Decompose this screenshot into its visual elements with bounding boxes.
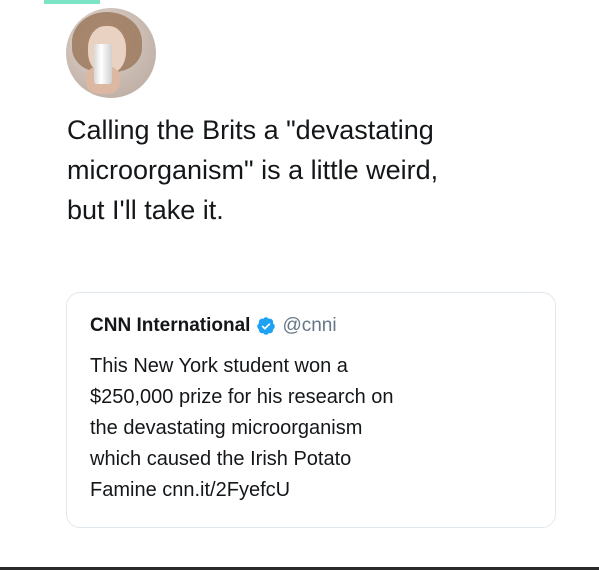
verified-badge-icon (256, 316, 276, 336)
top-accent-bar (44, 0, 100, 4)
avatar-can (94, 44, 112, 84)
quoted-tweet-handle[interactable]: @cnni (282, 315, 336, 337)
quoted-tweet-author-name[interactable]: CNN International (90, 315, 250, 337)
tweet-text: Calling the Brits a "devastating microor… (67, 115, 439, 225)
quoted-tweet-card[interactable]: CNN International @cnni This New York st… (66, 292, 556, 528)
quoted-tweet-text: This New York student won a $250,000 pri… (90, 355, 394, 501)
quoted-tweet-header: CNN International @cnni (90, 315, 337, 337)
avatar[interactable] (66, 8, 156, 98)
